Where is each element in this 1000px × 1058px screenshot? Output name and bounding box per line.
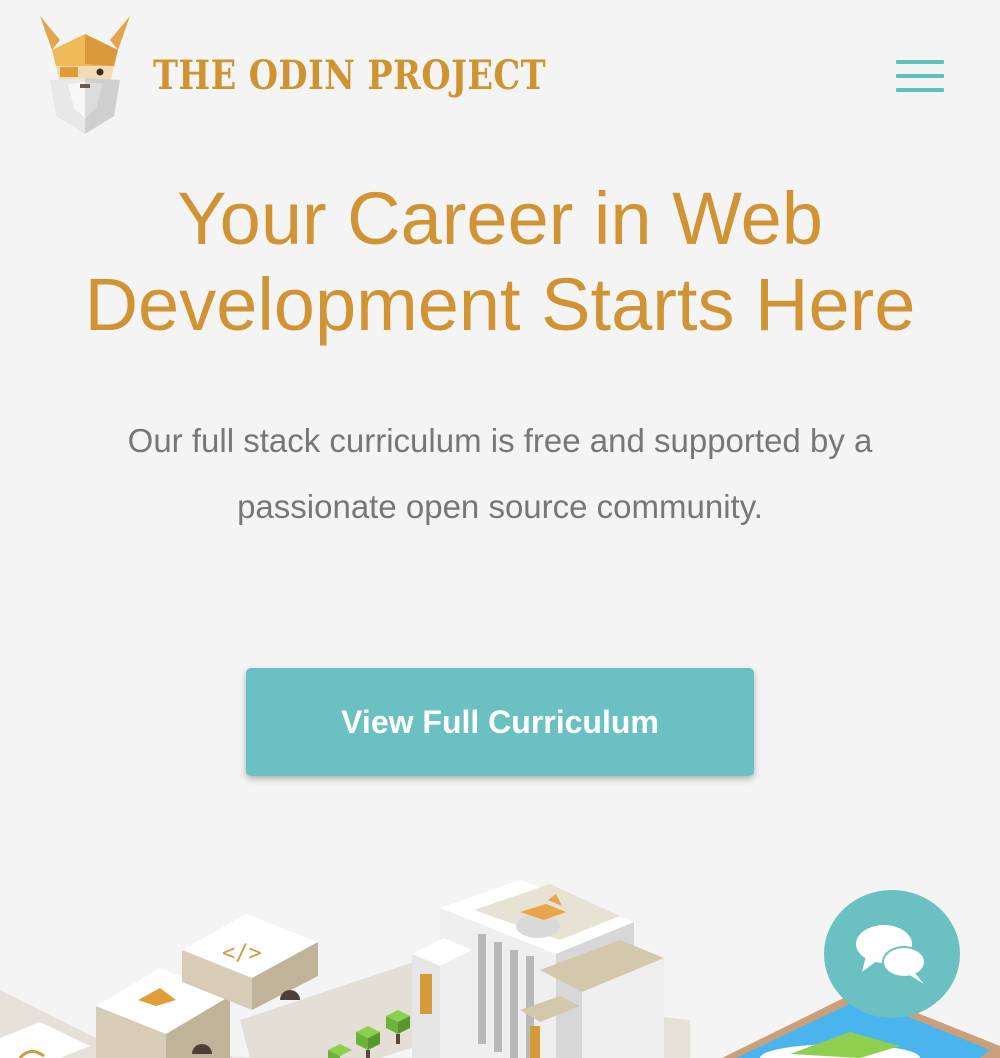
menu-bar-bottom	[896, 88, 944, 92]
hero-title-line-1: Your Career in Web	[177, 177, 823, 260]
chat-widget-button[interactable]	[824, 890, 960, 1018]
hero-title-line-2: Development Starts Here	[84, 263, 916, 346]
view-full-curriculum-button[interactable]: View Full Curriculum	[246, 668, 754, 776]
hero-subtitle: Our full stack curriculum is free and su…	[40, 408, 960, 540]
brand-name[interactable]: THE ODIN PROJECT	[153, 50, 546, 102]
svg-text:</>: </>	[222, 941, 262, 966]
odin-viking-head-icon[interactable]	[38, 14, 132, 136]
chat-bubbles-icon	[856, 925, 926, 984]
hero-subtitle-line-1: Our full stack curriculum is free and su…	[127, 422, 873, 459]
page: THE ODIN PROJECT Your Career in Web Deve…	[0, 0, 1000, 1058]
menu-bar-top	[896, 60, 944, 64]
hero-title: Your Career in Web Development Starts He…	[0, 176, 1000, 348]
menu-bar-middle	[896, 74, 944, 78]
hamburger-menu-icon[interactable]	[894, 58, 946, 96]
hero-subtitle-line-2: passionate open source community.	[237, 488, 763, 525]
